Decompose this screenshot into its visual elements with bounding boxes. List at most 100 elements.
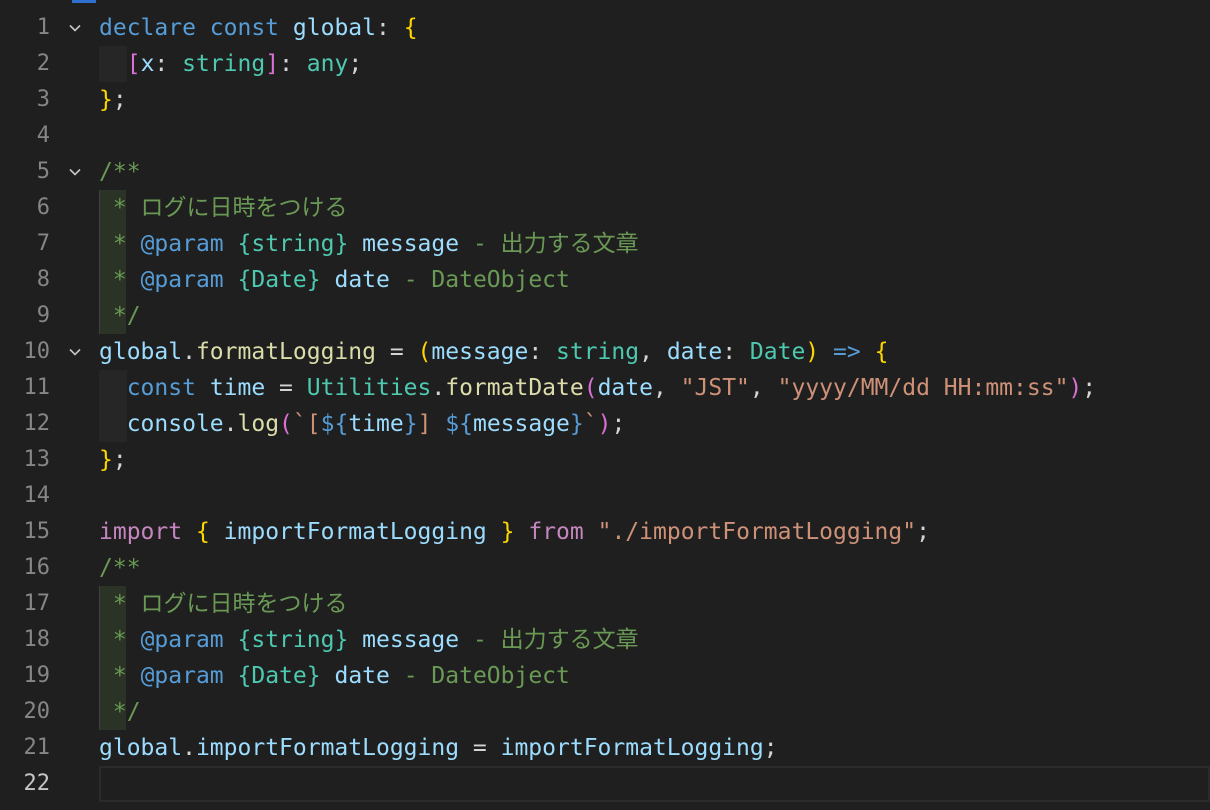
code-text[interactable]: }; xyxy=(99,82,1210,118)
code-line[interactable]: 19 * @param {Date} date - DateObject xyxy=(0,658,1210,694)
code-text[interactable]: }; xyxy=(99,442,1210,478)
code-line[interactable]: 18 * @param {string} message - 出力する文章 xyxy=(0,622,1210,658)
code-token: [ xyxy=(126,51,141,77)
code-line[interactable]: 6 * ログに日時をつける xyxy=(0,190,1210,226)
code-line[interactable]: 2 [x: string]: any; xyxy=(0,46,1210,82)
code-line[interactable]: 16 /** xyxy=(0,550,1210,586)
code-line[interactable]: 17 * ログに日時をつける xyxy=(0,586,1210,622)
code-text[interactable] xyxy=(99,478,1210,514)
code-text[interactable]: * ログに日時をつける xyxy=(99,586,1210,622)
line-number: 15 xyxy=(23,519,51,544)
fold-chevron-down-icon[interactable] xyxy=(62,10,88,46)
code-token: ; xyxy=(916,519,930,545)
code-line[interactable]: 8 * @param {Date} date - DateObject xyxy=(0,262,1210,298)
line-number: 8 xyxy=(36,267,50,292)
code-token: Date xyxy=(749,339,806,365)
code-tokens: * @param {Date} date - DateObject xyxy=(99,663,570,689)
code-token: * xyxy=(112,267,141,293)
code-token: {string} xyxy=(237,231,349,257)
code-token: from xyxy=(528,519,584,545)
code-text[interactable]: */ xyxy=(99,298,1210,334)
code-text[interactable]: const time = Utilities.formatDate(date, … xyxy=(99,370,1210,406)
code-token: ) xyxy=(805,339,820,365)
code-text[interactable]: /** xyxy=(99,550,1210,586)
code-token: ; xyxy=(348,51,363,77)
code-line[interactable]: 9 */ xyxy=(0,298,1210,334)
code-token: /** xyxy=(99,555,141,581)
code-token: = xyxy=(265,375,307,401)
line-number: 5 xyxy=(36,159,50,184)
code-line[interactable]: 21 global.importFormatLogging = importFor… xyxy=(0,730,1210,766)
code-line[interactable]: 22 xyxy=(0,766,1210,802)
code-token: date xyxy=(334,267,390,293)
line-number: 14 xyxy=(23,483,51,508)
code-token: `[ xyxy=(292,411,321,437)
code-tokens: console.log(`[${time}] ${message}`); xyxy=(99,411,626,437)
code-text[interactable]: global.importFormatLogging = importForma… xyxy=(99,730,1210,766)
code-text[interactable]: import { importFormatLogging } from "./i… xyxy=(99,514,1210,550)
code-text[interactable]: * @param {Date} date - DateObject xyxy=(99,658,1210,694)
code-line[interactable]: 3}; xyxy=(0,82,1210,118)
code-token: date xyxy=(334,663,390,689)
code-token: : xyxy=(722,339,750,365)
active-tab-indicator xyxy=(72,0,96,3)
code-text[interactable] xyxy=(99,766,1210,802)
code-tokens: global.importFormatLogging = importForma… xyxy=(99,735,778,761)
fold-chevron-down-icon[interactable] xyxy=(62,334,88,370)
code-line[interactable]: 10 global.formatLogging = (message: strin… xyxy=(0,334,1210,370)
code-text[interactable]: /** xyxy=(99,154,1210,190)
code-line[interactable]: 1 declare const global: { xyxy=(0,10,1210,46)
code-text[interactable] xyxy=(99,118,1210,154)
code-token: ] xyxy=(417,411,446,437)
code-text[interactable]: global.formatLogging = (message: string,… xyxy=(99,334,1210,370)
code-token: */ xyxy=(112,699,141,725)
code-tokens: * ログに日時をつける xyxy=(99,591,348,617)
code-text[interactable]: * @param {Date} date - DateObject xyxy=(99,262,1210,298)
code-line[interactable]: 5 /** xyxy=(0,154,1210,190)
code-token: formatLogging xyxy=(195,339,376,365)
code-text[interactable]: [x: string]: any; xyxy=(99,46,1210,82)
code-line[interactable]: 4 xyxy=(0,118,1210,154)
code-token: {string} xyxy=(237,627,349,653)
code-token: = xyxy=(459,735,501,761)
fold-chevron-down-icon[interactable] xyxy=(62,154,88,190)
code-line[interactable]: 12 console.log(`[${time}] ${message}`); xyxy=(0,406,1210,442)
code-token: } xyxy=(569,411,584,437)
code-tokens: const time = Utilities.formatDate(date, … xyxy=(99,375,1096,401)
code-line[interactable]: 20 */ xyxy=(0,694,1210,730)
code-token: ; xyxy=(112,447,127,473)
code-text[interactable]: */ xyxy=(99,694,1210,730)
code-text[interactable]: console.log(`[${time}] ${message}`); xyxy=(99,406,1210,442)
code-line[interactable]: 15 import { importFormatLogging } from ".… xyxy=(0,514,1210,550)
code-token: time xyxy=(209,375,266,401)
code-token: ) xyxy=(597,411,612,437)
code-token: message xyxy=(472,411,570,437)
code-line[interactable]: 14 xyxy=(0,478,1210,514)
code-token: console xyxy=(126,411,224,437)
code-token: => xyxy=(833,339,861,365)
code-text[interactable]: * @param {string} message - 出力する文章 xyxy=(99,226,1210,262)
code-editor[interactable]: 1 declare const global: {2 [x: string]: a… xyxy=(0,10,1210,810)
code-token: { xyxy=(403,15,418,41)
line-number: 16 xyxy=(23,555,51,580)
code-text[interactable]: * ログに日時をつける xyxy=(99,190,1210,226)
code-token: ; xyxy=(763,735,778,761)
code-line[interactable]: 7 * @param {string} message - 出力する文章 xyxy=(0,226,1210,262)
line-number: 21 xyxy=(23,735,51,760)
code-line[interactable]: 11 const time = Utilities.formatDate(dat… xyxy=(0,370,1210,406)
code-line[interactable]: 13}; xyxy=(0,442,1210,478)
code-token: date xyxy=(666,339,723,365)
code-text[interactable]: declare const global: { xyxy=(99,10,1210,46)
code-token: importFormatLogging xyxy=(195,735,460,761)
code-token: global xyxy=(99,735,183,761)
code-token: , xyxy=(749,375,778,401)
code-token: time xyxy=(348,411,404,437)
code-text[interactable]: * @param {string} message - 出力する文章 xyxy=(99,622,1210,658)
code-token: : xyxy=(528,339,557,365)
line-number: 3 xyxy=(36,87,50,112)
